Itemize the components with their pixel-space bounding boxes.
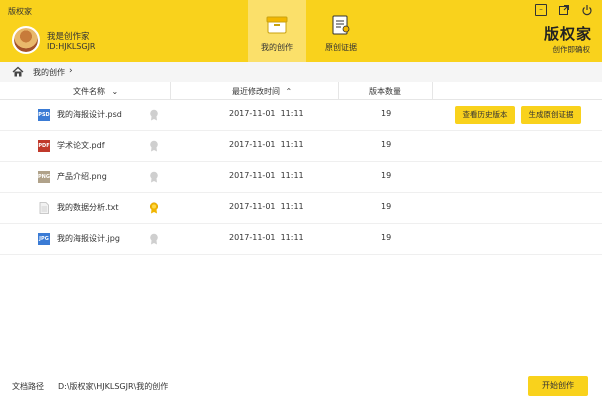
popout-icon[interactable] bbox=[558, 4, 570, 16]
path-value[interactable]: D:\版权家\HJKLSGJR\我的创作 bbox=[58, 381, 168, 392]
column-divider bbox=[338, 82, 339, 100]
version-count: 19 bbox=[381, 202, 392, 211]
version-count: 19 bbox=[381, 233, 392, 242]
psd-file-icon: PSD bbox=[38, 109, 50, 121]
modified-date: 2017-11-01 bbox=[229, 171, 276, 180]
certificate-badge-gold-icon bbox=[149, 202, 159, 214]
version-count: 19 bbox=[381, 171, 392, 180]
modified-time: 2017-11-01 11:11 bbox=[229, 202, 304, 211]
box-icon bbox=[266, 16, 288, 34]
path-label: 文档路径 bbox=[12, 382, 44, 391]
app-title: 版权家 bbox=[8, 7, 32, 16]
png-file-icon: PNG bbox=[38, 171, 50, 183]
modified-clock: 11:11 bbox=[280, 109, 304, 118]
home-icon[interactable] bbox=[12, 66, 24, 78]
avatar-image bbox=[14, 28, 38, 52]
chevron-up-icon: ⌃ bbox=[285, 87, 293, 96]
table-row[interactable]: PNG 产品介绍.png 2017-11-01 11:11 19 bbox=[0, 162, 602, 193]
power-icon[interactable] bbox=[581, 4, 593, 16]
jpg-file-icon: JPG bbox=[38, 233, 50, 245]
pdf-file-icon: PDF bbox=[38, 140, 50, 152]
column-header-modified[interactable]: 最近修改时间 ⌃ bbox=[232, 86, 292, 97]
column-header-file-name[interactable]: 文件名称 ⌄ bbox=[73, 86, 118, 97]
table-header: 文件名称 ⌄ 最近修改时间 ⌃ 版本数量 bbox=[0, 82, 602, 100]
minimize-icon[interactable]: – bbox=[535, 4, 547, 16]
tab-label: 原创证据 bbox=[325, 43, 357, 52]
certificate-icon bbox=[332, 15, 350, 35]
tab-original-evidence[interactable]: 原创证据 bbox=[312, 0, 370, 62]
start-creating-button[interactable]: 开始创作 bbox=[528, 376, 588, 396]
avatar[interactable] bbox=[12, 26, 40, 54]
chevron-down-icon: ⌄ bbox=[111, 87, 119, 96]
file-name: 产品介绍.png bbox=[57, 172, 107, 181]
modified-date: 2017-11-01 bbox=[229, 109, 276, 118]
breadcrumb: 我的创作 › bbox=[0, 62, 602, 82]
column-header-version-count[interactable]: 版本数量 bbox=[369, 86, 401, 97]
modified-time: 2017-11-01 11:11 bbox=[229, 171, 304, 180]
modified-time: 2017-11-01 11:11 bbox=[229, 140, 304, 149]
table-row[interactable]: PSD 我的海报设计.psd 2017-11-01 11:11 19 查看历史版… bbox=[0, 100, 602, 131]
file-name: 我的海报设计.jpg bbox=[57, 234, 120, 243]
generate-evidence-button[interactable]: 生成原创证据 bbox=[521, 106, 581, 124]
user-name: 我是创作家 bbox=[47, 32, 90, 42]
user-id: ID:HJKLSGJR bbox=[47, 42, 96, 51]
header-bar: 版权家 我是创作家 ID:HJKLSGJR 我的创作 原创证据 – 版权家 创作… bbox=[0, 0, 602, 62]
modified-date: 2017-11-01 bbox=[229, 233, 276, 242]
tab-my-creations[interactable]: 我的创作 bbox=[248, 0, 306, 62]
modified-clock: 11:11 bbox=[280, 202, 304, 211]
column-header-label: 最近修改时间 bbox=[232, 87, 280, 96]
version-count: 19 bbox=[381, 109, 392, 118]
brand-logo: 版权家 bbox=[543, 25, 592, 43]
column-header-label: 文件名称 bbox=[73, 87, 105, 96]
modified-time: 2017-11-01 11:11 bbox=[229, 109, 304, 118]
file-name: 我的数据分析.txt bbox=[57, 203, 119, 212]
modified-clock: 11:11 bbox=[280, 140, 304, 149]
version-count: 19 bbox=[381, 140, 392, 149]
modified-time: 2017-11-01 11:11 bbox=[229, 233, 304, 242]
column-divider bbox=[432, 82, 433, 100]
modified-clock: 11:11 bbox=[280, 233, 304, 242]
table-row[interactable]: 我的数据分析.txt 2017-11-01 11:11 19 bbox=[0, 193, 602, 224]
table-row[interactable]: PDF 学术论文.pdf 2017-11-01 11:11 19 bbox=[0, 131, 602, 162]
tab-label: 我的创作 bbox=[261, 43, 293, 52]
view-history-button[interactable]: 查看历史版本 bbox=[455, 106, 515, 124]
chevron-right-icon: › bbox=[69, 66, 73, 76]
modified-date: 2017-11-01 bbox=[229, 140, 276, 149]
column-divider bbox=[170, 82, 171, 100]
certificate-badge-icon bbox=[150, 109, 158, 121]
certificate-badge-icon bbox=[150, 140, 158, 152]
certificate-badge-icon bbox=[150, 233, 158, 245]
table-row[interactable]: JPG 我的海报设计.jpg 2017-11-01 11:11 19 bbox=[0, 224, 602, 255]
modified-clock: 11:11 bbox=[280, 171, 304, 180]
file-name: 我的海报设计.psd bbox=[57, 110, 122, 119]
brand-slogan: 创作即确权 bbox=[552, 45, 591, 54]
breadcrumb-item-my-creations[interactable]: 我的创作 bbox=[33, 67, 65, 78]
file-name: 学术论文.pdf bbox=[57, 141, 105, 150]
txt-file-icon bbox=[39, 202, 49, 214]
certificate-badge-icon bbox=[150, 171, 158, 183]
modified-date: 2017-11-01 bbox=[229, 202, 276, 211]
